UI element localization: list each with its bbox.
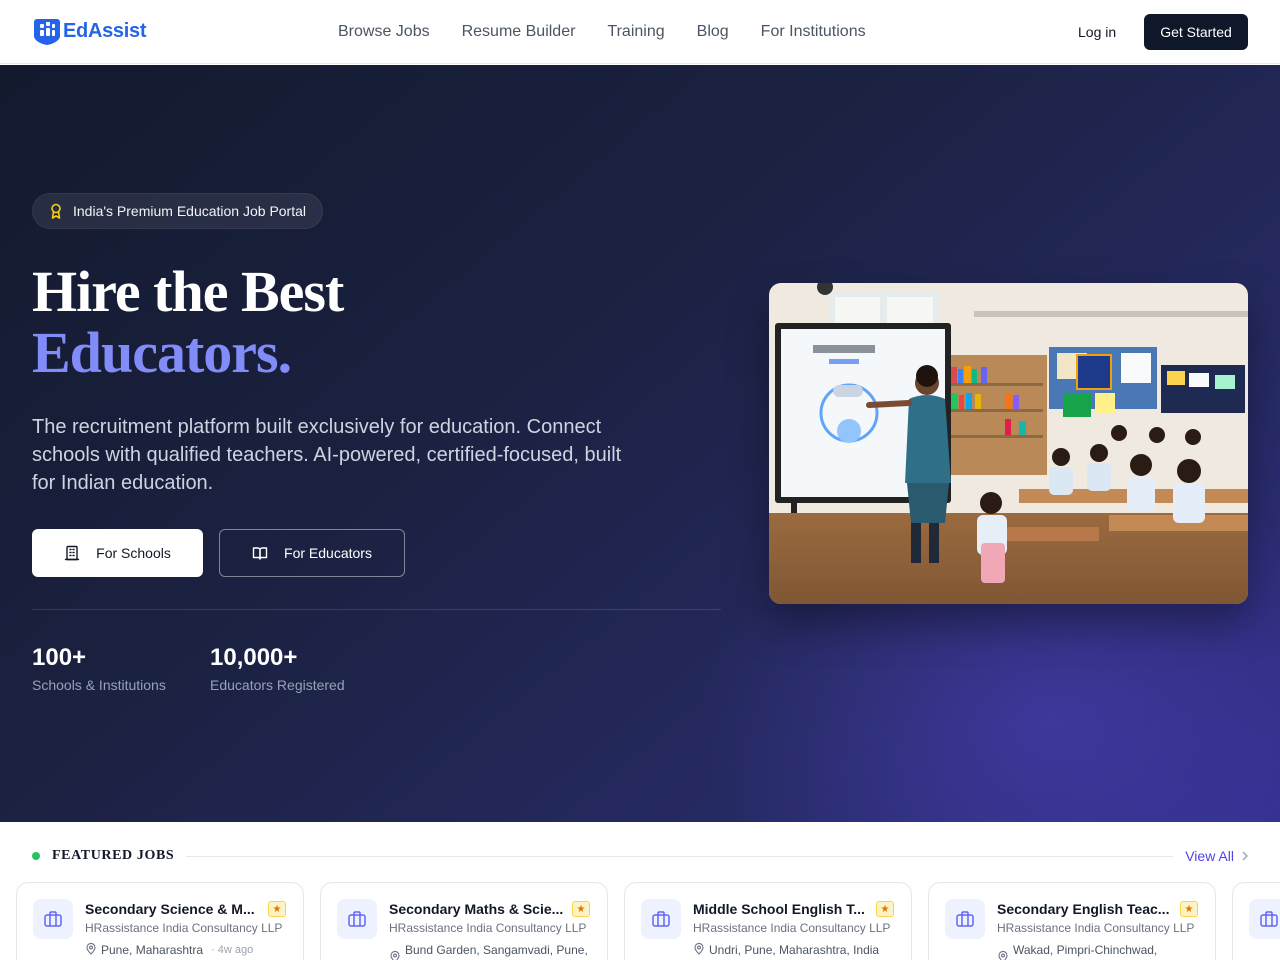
live-dot [32, 852, 40, 860]
top-navbar: EdAssist Browse Jobs Resume Builder Trai… [0, 0, 1280, 64]
featured-star-icon: ★ [268, 901, 286, 917]
job-card[interactable]: Secondary English Teac... ★ HRassistance… [928, 882, 1216, 960]
hero-title-line1: Hire the Best [32, 259, 344, 324]
job-title: Secondary Science & M... [85, 901, 255, 917]
hero-description: The recruitment platform built exclusive… [32, 416, 622, 494]
for-schools-button[interactable]: For Schools [32, 529, 203, 577]
stat-schools-value: 100+ [32, 644, 87, 671]
map-pin-icon [390, 951, 400, 960]
featured-star-icon: ★ [1180, 901, 1198, 917]
get-started-button[interactable]: Get Started [1144, 14, 1248, 50]
hero-badge: India's Premium Education Job Portal [32, 193, 324, 229]
stat-educators: 10,000+ Educators Registered [210, 643, 345, 693]
nav-link-browse-jobs[interactable]: Browse Jobs [322, 23, 446, 41]
stat-schools-label: Schools & Institutions [32, 677, 166, 693]
nav-link-for-institutions[interactable]: For Institutions [745, 23, 882, 41]
featured-star-icon: ★ [572, 901, 590, 917]
job-title: Middle School English T... [693, 901, 865, 917]
map-pin-icon [998, 951, 1008, 960]
hero-title: Hire the Best Educators. [32, 259, 344, 385]
nav-links: Browse Jobs Resume Builder Training Blog… [322, 0, 882, 64]
job-title: Secondary English Teac... [997, 901, 1170, 917]
for-educators-label: For Educators [284, 545, 372, 561]
building-icon [64, 545, 80, 561]
job-title: Secondary Maths & Scie... [389, 901, 564, 917]
featured-jobs-title: FEATURED JOBS [52, 848, 175, 863]
job-company: HRassistance India Consultancy LLP [389, 921, 587, 935]
hero-title-line2: Educators. [32, 320, 292, 385]
logo-icon [34, 19, 60, 45]
map-pin-icon [694, 943, 704, 955]
job-location: Bund Garden, Sangamvadi, Pune, [389, 943, 599, 960]
briefcase-icon [337, 899, 377, 939]
job-posted: · 4w ago [211, 944, 254, 956]
nav-link-resume-builder[interactable]: Resume Builder [446, 23, 592, 41]
view-all-link[interactable]: View All [1185, 848, 1248, 864]
briefcase-icon [1249, 899, 1280, 939]
job-location: Undri, Pune, Maharashtra, India [693, 943, 903, 957]
job-card-partial[interactable] [1232, 882, 1280, 960]
for-schools-label: For Schools [96, 545, 171, 561]
job-location-text: Wakad, Pimpri-Chinchwad, [1013, 943, 1158, 957]
job-card[interactable]: Secondary Maths & Scie... ★ HRassistance… [320, 882, 608, 960]
briefcase-icon [641, 899, 681, 939]
stat-schools: 100+ Schools & Institutions [32, 643, 166, 693]
job-location-text: Pune, Maharashtra [101, 943, 204, 957]
map-pin-icon [86, 943, 96, 955]
job-location-text: Bund Garden, Sangamvadi, Pune, [405, 943, 588, 957]
hero-divider [32, 609, 721, 610]
book-open-icon [252, 547, 268, 560]
nav-link-blog[interactable]: Blog [681, 23, 745, 41]
job-company: HRassistance India Consultancy LLP [997, 921, 1195, 935]
chevron-right-icon [1242, 851, 1248, 861]
job-card[interactable]: Middle School English T... ★ HRassistanc… [624, 882, 912, 960]
brand-name: EdAssist [63, 19, 147, 42]
view-all-label: View All [1185, 848, 1234, 864]
award-icon [51, 203, 61, 219]
briefcase-icon [945, 899, 985, 939]
for-educators-button[interactable]: For Educators [219, 529, 405, 577]
job-company: HRassistance India Consultancy LLP [85, 921, 283, 935]
featured-jobs-header: FEATURED JOBS View All [32, 846, 1248, 866]
login-button[interactable]: Log in [1062, 14, 1132, 50]
job-posted-text: 4w ago [217, 944, 254, 956]
nav-link-training[interactable]: Training [591, 23, 680, 41]
stat-educators-value: 10,000+ [210, 644, 298, 671]
job-location-text: Undri, Pune, Maharashtra, India [709, 943, 880, 957]
hero-section: India's Premium Education Job Portal Hir… [0, 65, 1280, 822]
job-card[interactable]: Secondary Science & M... ★ HRassistance … [16, 882, 304, 960]
brand-logo[interactable]: EdAssist [33, 16, 146, 46]
job-location: Wakad, Pimpri-Chinchwad, [997, 943, 1207, 960]
stat-educators-label: Educators Registered [210, 677, 345, 693]
hero-badge-text: India's Premium Education Job Portal [73, 203, 307, 219]
classroom-photo [769, 283, 1248, 604]
featured-jobs-rule [186, 855, 1174, 857]
job-location: Pune, Maharashtra · 4w ago [85, 943, 295, 957]
job-company: HRassistance India Consultancy LLP [693, 921, 891, 935]
featured-star-icon: ★ [876, 901, 894, 917]
briefcase-icon [33, 899, 73, 939]
